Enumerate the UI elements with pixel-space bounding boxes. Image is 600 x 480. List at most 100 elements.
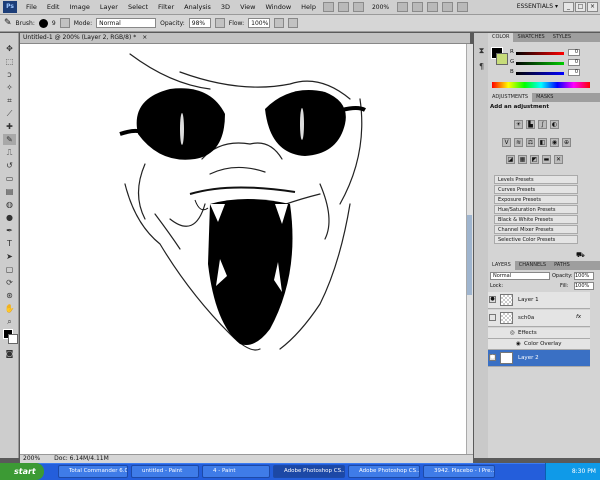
gradient-tool-icon[interactable]: ▤ [3, 186, 16, 197]
posterize-icon[interactable]: ▦ [518, 155, 527, 164]
menu-file[interactable]: File [21, 3, 42, 11]
tab-color[interactable]: COLOR [488, 33, 514, 42]
clone-stamp-tool-icon[interactable]: ⎍ [3, 147, 16, 158]
pressure-size-icon[interactable] [288, 18, 299, 28]
eraser-tool-icon[interactable]: ▭ [3, 173, 16, 184]
layer-row-layer-1[interactable]: ● Layer 1 [488, 292, 590, 309]
color-overlay-effect-row[interactable]: ◉ Color Overlay [488, 339, 590, 350]
exposure-icon[interactable]: ◐ [550, 120, 559, 129]
brush-tool-icon[interactable]: ✎ [3, 134, 16, 145]
close-button[interactable]: × [587, 2, 598, 12]
gradient-map-icon[interactable]: ▬ [542, 155, 551, 164]
channel-r-value[interactable]: 0 [568, 49, 580, 56]
menu-help[interactable]: Help [296, 3, 321, 11]
preset-exposure[interactable]: Exposure Presets [494, 195, 578, 204]
photo-filter-icon[interactable]: ◉ [550, 138, 559, 147]
layer-fill-input[interactable]: 100% [574, 282, 594, 290]
preset-selective-color[interactable]: Selective Color Presets [494, 235, 578, 244]
paragraph-panel-icon[interactable]: ¶ [475, 61, 488, 72]
channel-b-slider[interactable] [516, 72, 564, 75]
hand-tool-icon[interactable]: ✋ [3, 303, 16, 314]
menu-select[interactable]: Select [123, 3, 153, 11]
zoom-tool-icon[interactable]: ⌕ [3, 316, 16, 327]
invert-icon[interactable]: ◪ [506, 155, 515, 164]
brush-preset-picker[interactable] [38, 18, 48, 28]
history-brush-tool-icon[interactable]: ↺ [3, 160, 16, 171]
eyedropper-tool-icon[interactable]: ⟋ [3, 108, 16, 119]
threshold-icon[interactable]: ◩ [530, 155, 539, 164]
channel-g-slider[interactable] [516, 62, 564, 65]
hand-icon[interactable] [397, 2, 409, 12]
layer-name[interactable]: Layer 1 [518, 297, 539, 303]
layer-visibility-eye-icon[interactable]: ● [489, 354, 496, 361]
taskbar-item-photoshop-1[interactable]: Adobe Photoshop CS... [273, 465, 345, 478]
screen-mode-icon[interactable] [457, 2, 469, 12]
layer-row-sch0a[interactable]: sch0a fx [488, 310, 590, 327]
channel-g-value[interactable]: 0 [568, 59, 580, 66]
black-white-icon[interactable]: ◧ [538, 138, 547, 147]
canvas[interactable] [20, 44, 466, 454]
tab-paths[interactable]: PATHS [550, 261, 574, 270]
zoom-tool-icon[interactable] [412, 2, 424, 12]
rotate-view-icon[interactable] [427, 2, 439, 12]
shape-tool-icon[interactable]: ▢ [3, 264, 16, 275]
layer-visibility-eye-icon[interactable] [489, 314, 496, 321]
menu-edit[interactable]: Edit [42, 3, 65, 11]
preset-channel-mixer[interactable]: Channel Mixer Presets [494, 225, 578, 234]
layer-effects-row[interactable]: ◎ Effects [488, 328, 590, 339]
minimize-button[interactable]: _ [563, 2, 574, 12]
menu-layer[interactable]: Layer [95, 3, 123, 11]
mode-select[interactable]: Normal [96, 18, 157, 28]
close-document-icon[interactable]: × [142, 34, 147, 41]
airbrush-icon[interactable] [274, 18, 285, 28]
crop-tool-icon[interactable]: ⌗ [3, 95, 16, 106]
tab-channels[interactable]: CHANNELS [515, 261, 550, 270]
adjustment-options-icon[interactable]: ⛟ [576, 251, 585, 260]
scrollbar-thumb[interactable] [467, 215, 472, 295]
quick-mask-icon[interactable]: ◙ [3, 348, 16, 359]
menu-view[interactable]: View [235, 3, 260, 11]
maximize-button[interactable]: □ [575, 2, 586, 12]
menu-filter[interactable]: Filter [153, 3, 179, 11]
system-tray-clock[interactable]: 8:30 PM [545, 463, 600, 480]
document-tab[interactable]: Untitled-1 @ 200% (Layer 2, RGB/8) * × [20, 33, 470, 44]
effect-visibility-eye-icon[interactable]: ◉ [516, 341, 521, 347]
color-spectrum-ramp[interactable] [492, 82, 590, 88]
tab-styles[interactable]: STYLES [549, 33, 575, 42]
vibrance-icon[interactable]: V [502, 138, 511, 147]
color-panel-background[interactable] [496, 53, 508, 65]
preset-curves[interactable]: Curves Presets [494, 185, 578, 194]
minibridge-icon[interactable] [337, 2, 349, 12]
history-panel-icon[interactable]: ⧗ [475, 45, 488, 56]
view-extras-icon[interactable] [352, 2, 364, 12]
move-tool-icon[interactable]: ✥ [3, 43, 16, 54]
channel-b-value[interactable]: 0 [568, 69, 580, 76]
selective-color-icon[interactable]: ✕ [554, 155, 563, 164]
arrange-documents-icon[interactable] [442, 2, 454, 12]
layer-opacity-input[interactable]: 100% [574, 272, 594, 280]
workspace-switcher[interactable]: ESSENTIALS ▾ [517, 3, 558, 10]
quick-select-tool-icon[interactable]: ✧ [3, 82, 16, 93]
curves-icon[interactable]: ∫ [538, 120, 547, 129]
marquee-tool-icon[interactable]: ⬚ [3, 56, 16, 67]
blur-tool-icon[interactable]: ◍ [3, 199, 16, 210]
lasso-tool-icon[interactable]: ↄ [3, 69, 16, 80]
brightness-contrast-icon[interactable]: ☀ [514, 120, 523, 129]
healing-brush-tool-icon[interactable]: ✚ [3, 121, 16, 132]
tab-layers[interactable]: LAYERS [488, 261, 515, 270]
layer-row-layer-2[interactable]: ● Layer 2 [488, 350, 590, 367]
hue-saturation-icon[interactable]: ≋ [514, 138, 523, 147]
path-select-tool-icon[interactable]: ➤ [3, 251, 16, 262]
levels-icon[interactable]: ▙ [526, 120, 535, 129]
preset-levels[interactable]: Levels Presets [494, 175, 578, 184]
3d-orbit-tool-icon[interactable]: ⊛ [3, 290, 16, 301]
preset-hue-saturation[interactable]: Hue/Saturation Presets [494, 205, 578, 214]
preset-black-white[interactable]: Black & White Presets [494, 215, 578, 224]
blend-mode-select[interactable]: Normal [490, 272, 550, 280]
dodge-tool-icon[interactable]: ● [3, 212, 16, 223]
type-tool-icon[interactable]: T [3, 238, 16, 249]
taskbar-item-placebo[interactable]: 3942. Placebo - I Pre... [423, 465, 495, 478]
menu-analysis[interactable]: Analysis [179, 3, 216, 11]
taskbar-item-total-commander[interactable]: Total Commander 6.0... [58, 465, 128, 478]
brush-panel-toggle-icon[interactable] [59, 18, 70, 28]
